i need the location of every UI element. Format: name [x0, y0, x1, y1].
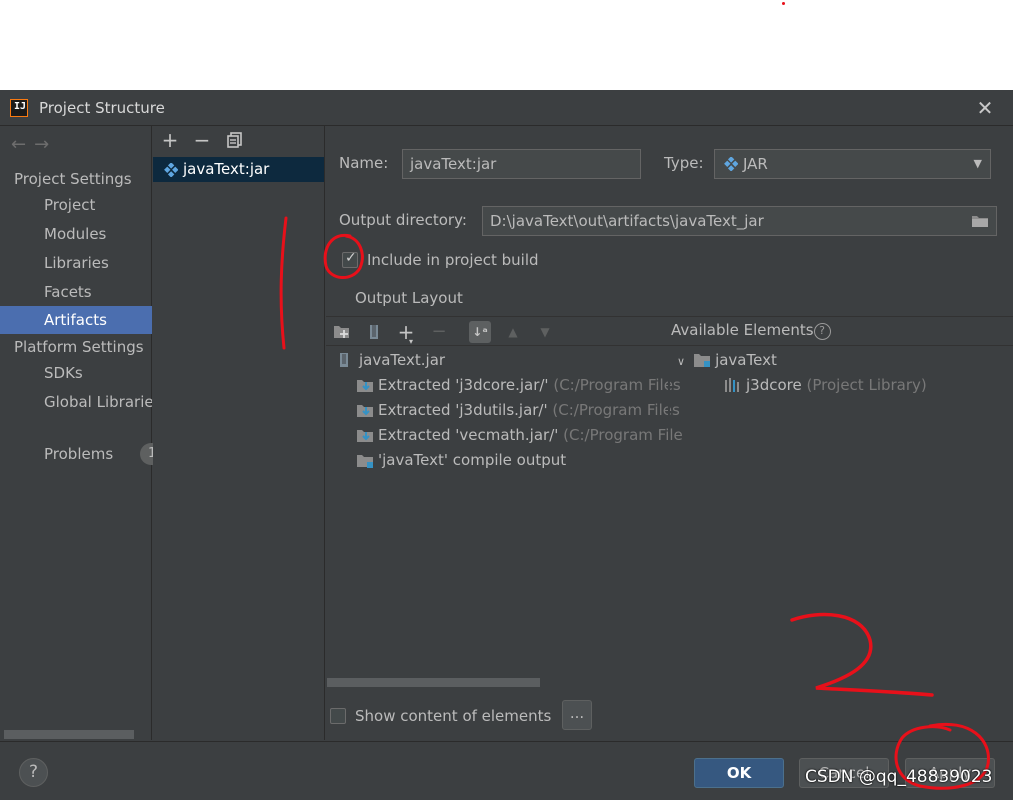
help-button[interactable]: ? — [19, 758, 48, 787]
type-label: Type: — [664, 154, 704, 172]
checkbox-check-icon: ✓ — [345, 250, 357, 266]
sidebar-scrollbar[interactable] — [4, 730, 134, 739]
extracted-icon — [356, 427, 373, 443]
show-content-checkbox[interactable] — [330, 708, 346, 724]
output-tree-root-label: javaText.jar — [359, 351, 446, 369]
available-elements-header: Available Elements? — [671, 321, 831, 340]
help-icon[interactable]: ? — [813, 323, 831, 340]
sidebar-item-artifacts[interactable]: Artifacts — [0, 306, 152, 334]
intellij-icon: IJ — [10, 99, 28, 117]
move-down-icon[interactable]: ▼ — [534, 321, 556, 343]
splitter[interactable] — [668, 347, 670, 677]
settings-sidebar: ←→ Project Settings Project Modules Libr… — [0, 126, 164, 740]
available-module-label: javaText — [715, 351, 777, 369]
sidebar-item-facets[interactable]: Facets — [0, 278, 152, 306]
output-tree-item[interactable]: Extracted 'j3dcore.jar/' (C:/Program Fil… — [356, 374, 681, 396]
artifact-list-item-label: javaText:jar — [183, 160, 270, 178]
sidebar-item-global-libraries[interactable]: Global Libraries — [0, 388, 152, 416]
sort-icon[interactable]: ↓ᵃ — [469, 321, 491, 343]
sidebar-item-project[interactable]: Project — [0, 191, 152, 219]
title-bar: IJ Project Structure ✕ — [0, 90, 1013, 126]
sidebar-item-libraries[interactable]: Libraries — [0, 249, 152, 277]
type-value: JAR — [743, 155, 768, 173]
extracted-icon — [356, 377, 373, 393]
sidebar-item-sdks[interactable]: SDKs — [0, 359, 152, 387]
watermark: CSDN @qq_48839023 — [805, 767, 993, 787]
name-field[interactable]: javaText:jar — [402, 149, 641, 179]
output-directory-value: D:\javaText\out\artifacts\javaText_jar — [490, 212, 764, 230]
remove-element-icon[interactable]: − — [428, 321, 450, 343]
available-library-label: j3dcore — [746, 376, 802, 394]
horizontal-scrollbar[interactable] — [327, 678, 540, 687]
output-directory-label: Output directory: — [339, 211, 467, 229]
back-arrow-icon[interactable]: ← — [11, 134, 34, 155]
copy-icon[interactable] — [224, 129, 246, 151]
red-dot — [782, 2, 785, 5]
compile-output-icon — [356, 452, 373, 468]
artifact-list-item[interactable]: javaText:jar — [153, 157, 324, 182]
more-button[interactable]: ... — [562, 700, 592, 730]
artifacts-toolbar: + − — [153, 126, 325, 156]
artifacts-list-pane: + − javaText:jar — [153, 126, 325, 740]
output-tree-item-detail: (C:/Program File — [563, 426, 683, 444]
archive-icon[interactable] — [363, 321, 385, 343]
move-up-icon[interactable]: ▲ — [502, 321, 524, 343]
include-in-build-checkbox[interactable]: ✓ — [342, 250, 358, 268]
output-tree-item[interactable]: Extracted 'j3dutils.jar/' (C:/Program Fi… — [356, 399, 680, 421]
jar-artifact-icon — [164, 163, 178, 177]
output-tree-item-label: Extracted 'vecmath.jar/' — [378, 426, 559, 444]
remove-icon[interactable]: − — [191, 129, 213, 151]
jar-file-icon — [337, 352, 353, 368]
available-library-item[interactable]: j3dcore (Project Library) — [724, 374, 927, 396]
output-tree-item-label: 'javaText' compile output — [378, 451, 567, 469]
include-in-build-label: Include in project build — [367, 251, 539, 269]
output-layout-toolbar: + ▾ − ↓ᵃ ▲ ▼ — [326, 316, 1013, 346]
output-tree-item-detail: (C:/Program Files — [552, 401, 680, 419]
output-tree-root[interactable]: javaText.jar — [337, 349, 445, 371]
folder-icon[interactable] — [971, 214, 989, 228]
artifact-details-pane: Name: javaText:jar Type: JAR ▼ Output di… — [326, 126, 1013, 740]
sidebar-item-modules[interactable]: Modules — [0, 220, 152, 248]
module-folder-icon — [693, 352, 711, 368]
new-folder-icon[interactable] — [331, 321, 353, 343]
chevron-down-icon: ▼ — [973, 157, 982, 170]
chevron-down-icon[interactable]: ∨ — [677, 355, 685, 368]
show-content-label: Show content of elements — [355, 707, 552, 725]
add-icon[interactable]: + — [159, 129, 181, 151]
extracted-icon — [356, 402, 373, 418]
add-element-icon[interactable]: + ▾ — [395, 321, 417, 346]
output-tree-item-label: Extracted 'j3dutils.jar/' — [378, 401, 548, 419]
name-label: Name: — [339, 154, 389, 172]
ok-button[interactable]: OK — [694, 758, 784, 788]
available-module-item[interactable]: ∨ javaText — [677, 349, 777, 371]
output-tree-item-label: Extracted 'j3dcore.jar/' — [378, 376, 549, 394]
project-structure-dialog: IJ Project Structure ✕ ←→ Project Settin… — [0, 90, 1013, 800]
platform-settings-header: Platform Settings — [14, 338, 144, 356]
output-directory-field[interactable]: D:\javaText\out\artifacts\javaText_jar — [482, 206, 997, 236]
output-tree-item-detail: (C:/Program Files — [553, 376, 681, 394]
project-settings-header: Project Settings — [14, 170, 132, 188]
output-tree-item[interactable]: 'javaText' compile output — [356, 449, 566, 471]
forward-arrow-icon[interactable]: → — [34, 134, 57, 155]
close-icon[interactable]: ✕ — [973, 96, 997, 120]
library-icon — [724, 377, 740, 393]
available-library-detail: (Project Library) — [806, 376, 927, 394]
output-layout-label: Output Layout — [355, 289, 463, 307]
window-title: Project Structure — [39, 99, 165, 117]
nav-arrows: ←→ — [11, 134, 57, 155]
available-elements-header-text: Available Elements — [671, 321, 814, 339]
output-tree-item[interactable]: Extracted 'vecmath.jar/' (C:/Program Fil… — [356, 424, 683, 446]
type-select[interactable]: JAR ▼ — [714, 149, 991, 179]
sidebar-item-problems[interactable]: Problems — [0, 440, 152, 468]
jar-type-icon — [724, 157, 738, 171]
